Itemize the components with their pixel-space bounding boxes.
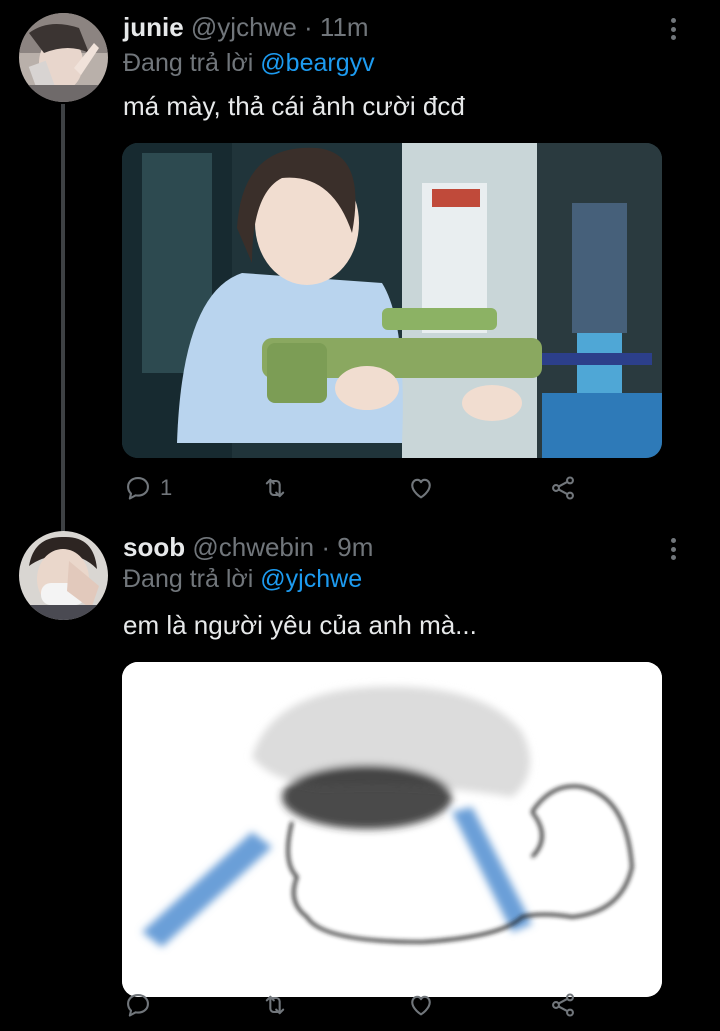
more-icon[interactable] — [661, 534, 685, 564]
display-name[interactable]: soob — [123, 532, 185, 562]
reply-count: 1 — [160, 475, 173, 500]
avatar[interactable] — [19, 13, 108, 102]
avatar[interactable] — [19, 531, 108, 620]
separator: · — [304, 12, 313, 42]
reply-icon — [127, 994, 149, 1017]
replying-to: Đang trả lời @beargyv — [123, 49, 375, 78]
tweet-header: junie @yjchwe · 11m — [123, 12, 369, 52]
retweet-button[interactable] — [261, 985, 289, 1025]
reply-button[interactable]: 1 — [124, 468, 172, 508]
tweet-photo[interactable] — [122, 143, 662, 458]
share-icon — [552, 476, 574, 500]
share-button[interactable] — [549, 985, 577, 1025]
mention-link[interactable]: @beargyv — [260, 49, 374, 77]
replying-to-label: Đang trả lời — [123, 49, 254, 77]
tweet-actions: 1 — [0, 468, 720, 508]
tweet-text: má mày, thả cái ảnh cười đcđ — [123, 91, 465, 121]
timestamp[interactable]: 9m — [337, 532, 373, 562]
tweet-text: em là người yêu của anh mà... — [123, 610, 477, 640]
tweet[interactable]: soob @chwebin · 9m Đang trả lời @yjchwe … — [0, 520, 720, 1031]
more-icon[interactable] — [661, 14, 685, 44]
timestamp[interactable]: 11m — [320, 12, 369, 42]
share-button[interactable] — [549, 468, 577, 508]
like-icon — [411, 995, 431, 1016]
like-button[interactable] — [407, 985, 435, 1025]
tweet-photo[interactable] — [122, 662, 662, 997]
reply-icon — [127, 477, 149, 500]
replying-to: Đang trả lời @yjchwe — [123, 565, 362, 594]
username[interactable]: @chwebin — [192, 532, 314, 562]
replying-to-label: Đang trả lời — [123, 565, 254, 593]
like-button[interactable] — [407, 468, 435, 508]
retweet-icon — [265, 478, 285, 498]
separator: · — [321, 532, 331, 562]
tweet[interactable]: junie @yjchwe · 11m Đang trả lời @beargy… — [0, 0, 720, 532]
share-icon — [552, 993, 574, 1017]
display-name[interactable]: junie — [123, 12, 184, 42]
retweet-icon — [265, 995, 285, 1015]
retweet-button[interactable] — [261, 468, 289, 508]
like-icon — [411, 478, 431, 499]
tweet-actions — [0, 985, 720, 1025]
mention-link[interactable]: @yjchwe — [260, 565, 362, 593]
username[interactable]: @yjchwe — [191, 12, 297, 42]
reply-button[interactable] — [124, 985, 160, 1025]
